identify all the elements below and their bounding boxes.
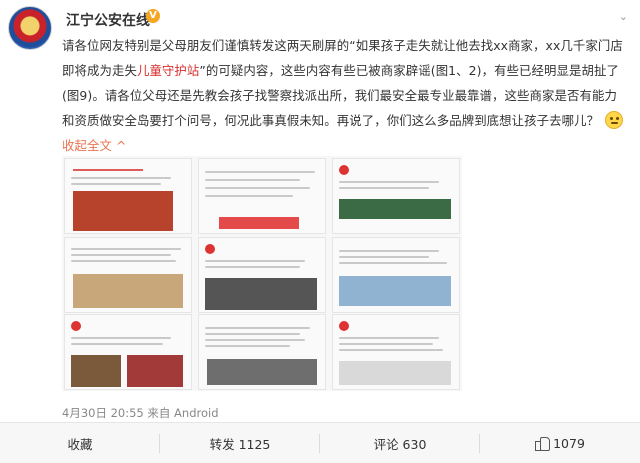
favorite-button[interactable]: 收藏	[0, 423, 160, 463]
image-thumb-7[interactable]	[64, 314, 192, 390]
smile-emoji-icon	[605, 111, 624, 129]
image-thumb-9[interactable]	[332, 314, 460, 390]
like-button[interactable]: 1079	[480, 423, 640, 463]
image-thumb-3[interactable]	[332, 158, 460, 234]
image-grid	[62, 156, 462, 391]
repost-button[interactable]: 转发 1125	[160, 423, 320, 463]
comment-button[interactable]: 评论 630	[320, 423, 480, 463]
timestamp: 4月30日 20:55 来自 Android	[62, 406, 219, 420]
image-thumb-6[interactable]	[332, 237, 460, 313]
username[interactable]: 江宁公安在线	[66, 10, 150, 30]
post-text-highlight: 儿童守护站	[136, 63, 200, 78]
thumbs-up-icon	[535, 436, 551, 451]
image-thumb-1[interactable]	[64, 158, 192, 234]
avatar[interactable]	[8, 6, 52, 50]
collapse-arrow-icon: ^	[116, 138, 127, 153]
post-text: 请各位网友特别是父母朋友们谨慎转发这两天刷屏的“如果孩子走失就让他去找xx商家，…	[62, 33, 628, 158]
collapse-link[interactable]: 收起全文 ^	[62, 138, 127, 153]
chevron-down-icon[interactable]: ⌄	[619, 10, 628, 23]
image-thumb-5[interactable]	[198, 237, 326, 313]
verified-badge-icon: V	[146, 9, 160, 23]
image-thumb-4[interactable]	[64, 237, 192, 313]
action-bar: 收藏 转发 1125 评论 630 1079	[0, 422, 640, 463]
image-thumb-2[interactable]	[198, 158, 326, 234]
image-thumb-8[interactable]	[198, 314, 326, 390]
